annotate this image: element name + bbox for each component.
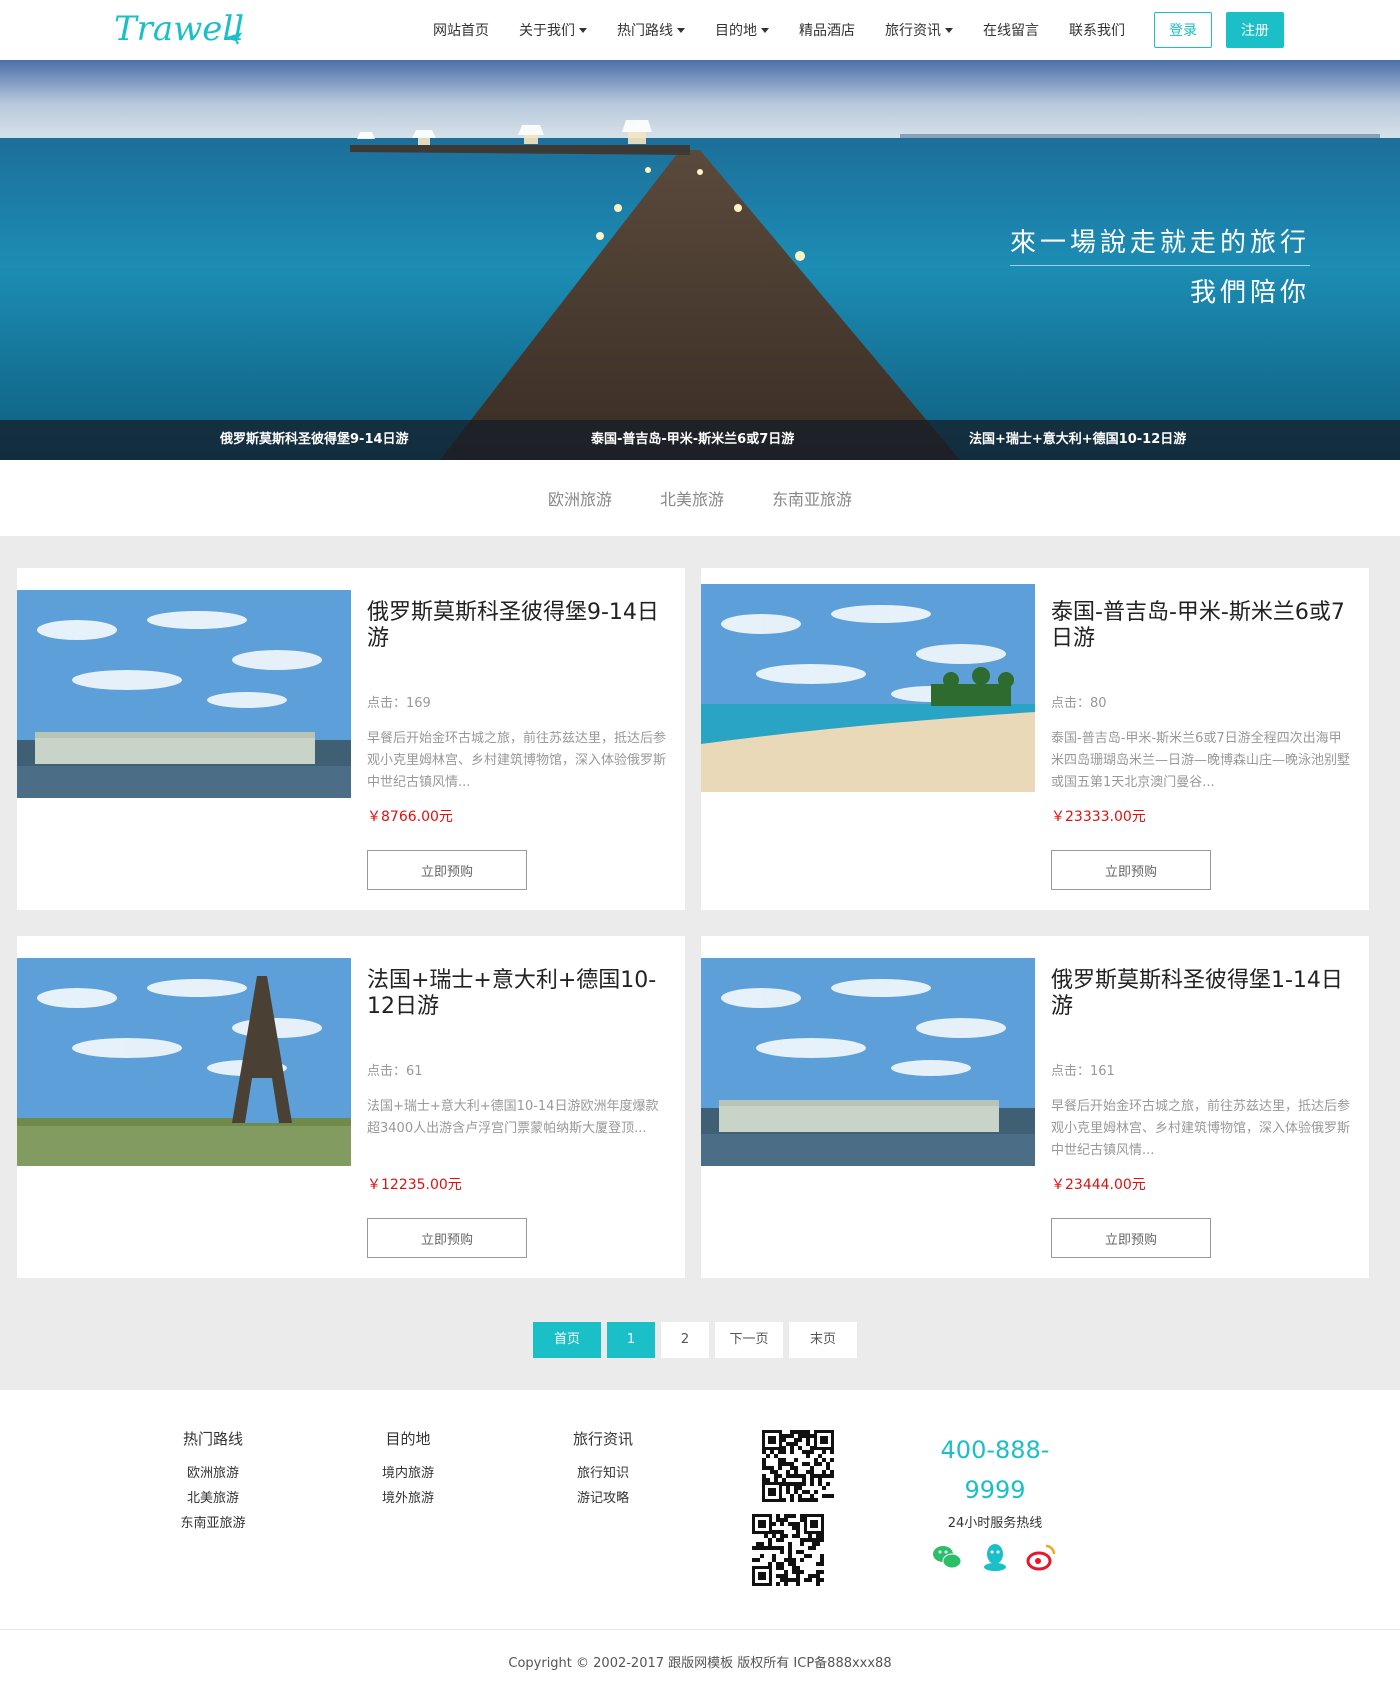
- book-now-button[interactable]: 立即预购: [367, 1218, 527, 1258]
- nav-item-label: 精品酒店: [799, 23, 855, 39]
- product-list-area: 俄罗斯莫斯科圣彼得堡9-14日游点击：169 早餐后开始金环古城之旅，前往苏兹达里…: [0, 536, 1400, 1390]
- footer-column-destinations: 目的地 境内旅游 境外旅游: [358, 1428, 458, 1511]
- page-last[interactable]: 末页: [789, 1322, 857, 1358]
- nav-item-label: 联系我们: [1069, 23, 1125, 39]
- caret-down-icon: [761, 27, 769, 33]
- page-2[interactable]: 2: [661, 1322, 709, 1358]
- nav-item-label: 关于我们: [519, 23, 575, 39]
- product-card: 俄罗斯莫斯科圣彼得堡9-14日游点击：169 早餐后开始金环古城之旅，前往苏兹达里…: [17, 568, 685, 910]
- nav-item-label: 网站首页: [433, 23, 489, 39]
- page-1[interactable]: 1: [607, 1322, 655, 1358]
- nav-item[interactable]: 关于我们: [519, 20, 587, 40]
- product-title[interactable]: 泰国-普吉岛-甲米-斯米兰6或7日游: [1051, 600, 1351, 652]
- copyright-text: Copyright © 2002-2017 跟版网模板 版权所有 ICP备888…: [508, 1656, 892, 1671]
- product-image[interactable]: [701, 584, 1035, 792]
- book-now-button[interactable]: 立即预购: [1051, 850, 1211, 890]
- weibo-icon[interactable]: [1024, 1540, 1058, 1574]
- product-title[interactable]: 俄罗斯莫斯科圣彼得堡9-14日游: [367, 600, 667, 652]
- product-image[interactable]: [17, 590, 351, 798]
- product-card: 泰国-普吉岛-甲米-斯米兰6或7日游点击：80 泰国-普吉岛-甲米-斯米兰6或7日…: [701, 568, 1369, 910]
- category-tab[interactable]: 北美旅游: [660, 486, 724, 510]
- banner-slide-link[interactable]: 法国+瑞士+意大利+德国10-12日游: [969, 420, 1186, 460]
- page-first[interactable]: 首页: [533, 1322, 601, 1358]
- product-price: ￥23444.00元: [1051, 1177, 1146, 1193]
- hotline-number-line2: 9999: [964, 1476, 1026, 1504]
- product-card: 法国+瑞士+意大利+德国10-12日游点击：61 法国+瑞士+意大利+德国10-1…: [17, 936, 685, 1278]
- nav-item-label: 目的地: [715, 23, 757, 39]
- footer-column-news: 旅行资讯 旅行知识 游记攻略: [553, 1428, 653, 1511]
- book-now-button[interactable]: 立即预购: [367, 850, 527, 890]
- banner-caption: 來一場說走就走的旅行 我們陪你: [1009, 222, 1310, 309]
- footer-link[interactable]: 旅行知识: [553, 1461, 653, 1486]
- nav-item-label: 旅行资讯: [885, 23, 941, 39]
- nav-item[interactable]: 旅行资讯: [885, 20, 953, 40]
- footer-column-routes: 热门路线 欧洲旅游 北美旅游 东南亚旅游: [163, 1428, 263, 1536]
- product-image[interactable]: [17, 958, 351, 1166]
- footer-link[interactable]: 境内旅游: [358, 1461, 458, 1486]
- product-title[interactable]: 法国+瑞士+意大利+德国10-12日游: [367, 968, 667, 1020]
- product-image[interactable]: [701, 958, 1035, 1166]
- hotline-label: 24小时服务热线: [947, 1516, 1043, 1531]
- logo-text: Trawell: [114, 9, 244, 49]
- login-button[interactable]: 登录: [1154, 12, 1212, 48]
- category-tab[interactable]: 欧洲旅游: [548, 486, 612, 510]
- page-next[interactable]: 下一页: [715, 1322, 783, 1358]
- nav-item[interactable]: 联系我们: [1069, 20, 1125, 40]
- product-card: 俄罗斯莫斯科圣彼得堡1-14日游点击：161 早餐后开始金环古城之旅，前往苏兹达里…: [701, 936, 1369, 1278]
- caret-down-icon: [677, 27, 685, 33]
- wechat-icon[interactable]: [930, 1540, 964, 1574]
- footer-link[interactable]: 游记攻略: [553, 1486, 653, 1511]
- caret-down-icon: [945, 27, 953, 33]
- product-description: 早餐后开始金环古城之旅，前往苏兹达里，抵达后参观小克里姆林宫、乡村建筑博物馆，深…: [367, 731, 667, 790]
- product-description: 泰国-普吉岛-甲米-斯米兰6或7日游全程四次出海甲米四岛珊瑚岛米兰—日游—晚博森…: [1051, 731, 1351, 790]
- product-description: 早餐后开始金环古城之旅，前往苏兹达里，抵达后参观小克里姆林宫、乡村建筑博物馆，深…: [1051, 1099, 1351, 1158]
- footer-link[interactable]: 境外旅游: [358, 1486, 458, 1511]
- banner-slide-bar: 俄罗斯莫斯科圣彼得堡9-14日游 泰国-普吉岛-甲米-斯米兰6或7日游 法国+瑞…: [0, 420, 1400, 460]
- hotline-number-line1: 400-888-: [940, 1436, 1050, 1464]
- book-now-button[interactable]: 立即预购: [1051, 1218, 1211, 1258]
- nav-item[interactable]: 目的地: [715, 20, 769, 40]
- product-clicks: 点击：161: [1051, 1064, 1115, 1079]
- product-price: ￥8766.00元: [367, 809, 453, 825]
- product-clicks: 点击：61: [367, 1064, 423, 1079]
- banner-slide-link[interactable]: 俄罗斯莫斯科圣彼得堡9-14日游: [220, 420, 409, 460]
- hero-banner[interactable]: 來一場說走就走的旅行 我們陪你 俄罗斯莫斯科圣彼得堡9-14日游 泰国-普吉岛-…: [0, 60, 1400, 460]
- category-tabs: 欧洲旅游 北美旅游 东南亚旅游: [0, 460, 1400, 536]
- hotline-number: 400-888- 9999: [930, 1430, 1060, 1510]
- product-price: ￥23333.00元: [1051, 809, 1146, 825]
- site-header: Trawell 网站首页 关于我们 热门路线 目的地 精品酒店 旅行资讯 在线留言 联系我们 …: [0, 0, 1400, 60]
- footer-link[interactable]: 北美旅游: [163, 1486, 263, 1511]
- main-nav: 网站首页 关于我们 热门路线 目的地 精品酒店 旅行资讯 在线留言 联系我们: [418, 0, 1140, 60]
- product-title[interactable]: 俄罗斯莫斯科圣彼得堡1-14日游: [1051, 968, 1351, 1020]
- footer-divider: [0, 1629, 1400, 1630]
- footer-column-title: 热门路线: [182, 1430, 243, 1448]
- nav-item[interactable]: 在线留言: [983, 20, 1039, 40]
- qr-code-icon: [762, 1430, 834, 1502]
- category-tab[interactable]: 东南亚旅游: [772, 486, 852, 510]
- footer-link[interactable]: 欧洲旅游: [163, 1461, 263, 1486]
- pagination: 首页 1 2 下一页 末页: [533, 1322, 863, 1358]
- nav-item-label: 在线留言: [983, 23, 1039, 39]
- logo[interactable]: Trawell: [112, 4, 252, 56]
- banner-slide-link[interactable]: 泰国-普吉岛-甲米-斯米兰6或7日游: [591, 420, 794, 460]
- product-clicks: 点击：169: [367, 696, 431, 711]
- product-clicks: 点击：80: [1051, 696, 1107, 711]
- footer-column-title: 旅行资讯: [572, 1430, 633, 1448]
- site-footer: 热门路线 欧洲旅游 北美旅游 东南亚旅游 目的地 境内旅游 境外旅游 旅行资讯 …: [0, 1390, 1400, 1630]
- footer-link[interactable]: 东南亚旅游: [163, 1511, 263, 1536]
- footer-column-title: 目的地: [385, 1430, 431, 1448]
- nav-item[interactable]: 热门路线: [617, 20, 685, 40]
- nav-item[interactable]: 网站首页: [433, 20, 489, 40]
- product-description: 法国+瑞士+意大利+德国10-14日游欧洲年度爆款超3400人出游含卢浮宫门票蒙…: [367, 1099, 659, 1136]
- banner-caption-line1: 來一場說走就走的旅行: [1009, 222, 1310, 266]
- qr-code-icon: [752, 1514, 824, 1586]
- nav-item-label: 热门路线: [617, 23, 673, 39]
- register-button[interactable]: 注册: [1226, 12, 1284, 48]
- qq-icon[interactable]: [978, 1540, 1012, 1574]
- banner-caption-line2: 我們陪你: [1189, 278, 1310, 308]
- caret-down-icon: [579, 27, 587, 33]
- product-price: ￥12235.00元: [367, 1177, 462, 1193]
- nav-item[interactable]: 精品酒店: [799, 20, 855, 40]
